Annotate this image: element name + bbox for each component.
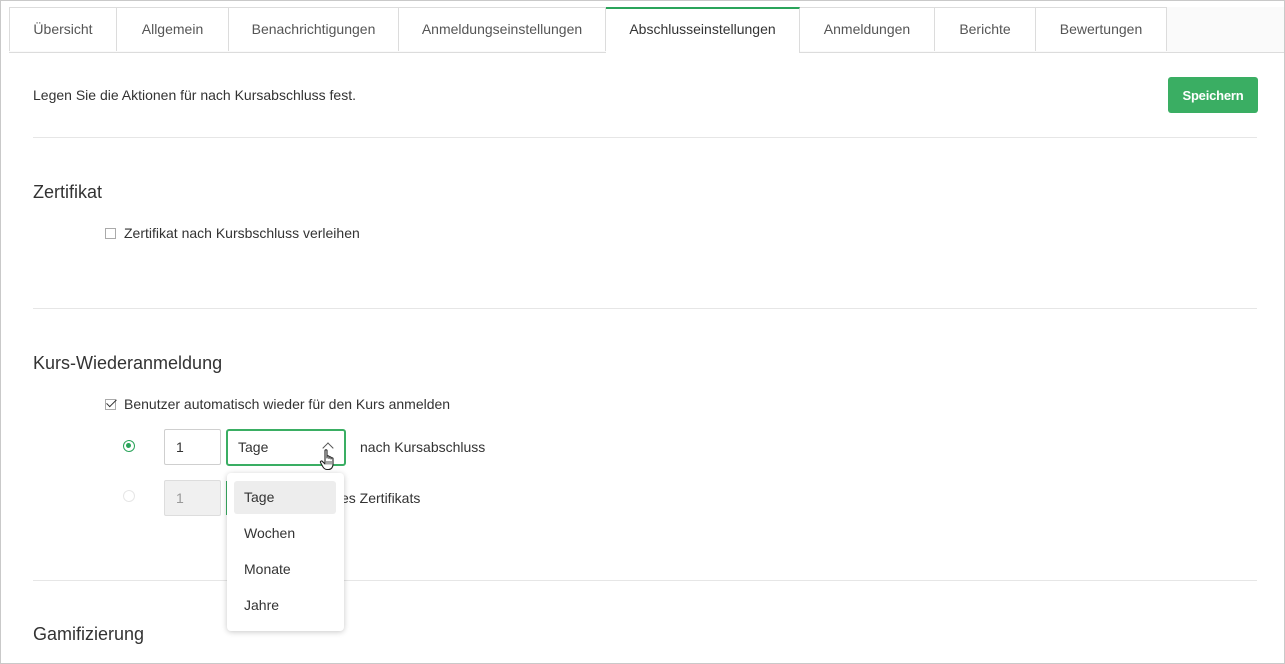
reenroll-unit-value: Tage	[238, 439, 269, 455]
reenroll-certificate-radio[interactable]	[123, 490, 135, 502]
reenrollment-checkbox-label: Benutzer automatisch wieder für den Kurs…	[124, 396, 451, 412]
unit-option-years[interactable]: Jahre	[234, 589, 336, 622]
tab-bar-filler	[1167, 7, 1284, 52]
tab-bar: Übersicht Allgemein Benachrichtigungen A…	[9, 7, 1284, 53]
save-button[interactable]: Speichern	[1168, 77, 1258, 113]
intro-text: Legen Sie die Aktionen für nach Kursabsc…	[33, 87, 356, 103]
divider	[33, 137, 1257, 138]
unit-option-weeks[interactable]: Wochen	[234, 517, 336, 550]
reenroll-after-completion-radio[interactable]	[123, 440, 135, 452]
certificate-checkbox-label: Zertifikat nach Kursbschluss verleihen	[124, 225, 360, 241]
after-completion-text: nach Kursabschluss	[360, 439, 486, 455]
unit-option-months[interactable]: Monate	[234, 553, 336, 586]
tab-enrollments[interactable]: Anmeldungen	[800, 7, 935, 51]
reenrollment-checkbox-row: Benutzer automatisch wieder für den Kurs…	[105, 396, 450, 412]
certificate-checkbox-row: Zertifikat nach Kursbschluss verleihen	[105, 225, 360, 241]
tab-overview[interactable]: Übersicht	[9, 7, 117, 51]
reenrollment-checkbox[interactable]	[105, 398, 116, 410]
gamification-section-title: Gamifizierung	[33, 624, 145, 644]
reenrollment-section-title: Kurs-Wiederanmeldung	[33, 353, 223, 373]
divider	[33, 580, 1257, 581]
certificate-expiry-text: es Zertifikats	[341, 490, 421, 506]
course-settings-panel: Übersicht Allgemein Benachrichtigungen A…	[0, 0, 1285, 664]
reenroll-certificate-interval-input[interactable]: 1	[164, 480, 221, 516]
hand-cursor-icon	[319, 449, 334, 471]
tab-notifications[interactable]: Benachrichtigungen	[229, 7, 399, 51]
tab-reports[interactable]: Berichte	[935, 7, 1036, 51]
tab-general[interactable]: Allgemein	[117, 7, 229, 51]
certificate-section-title: Zertifikat	[33, 182, 103, 202]
divider	[33, 308, 1257, 309]
tab-ratings[interactable]: Bewertungen	[1036, 7, 1167, 51]
unit-dropdown-menu: Tage Wochen Monate Jahre	[227, 473, 344, 631]
certificate-checkbox[interactable]	[105, 227, 116, 239]
tab-completion-settings[interactable]: Abschlusseinstellungen	[606, 7, 800, 53]
unit-option-days[interactable]: Tage	[234, 481, 336, 514]
tab-enrollment-settings[interactable]: Anmeldungseinstellungen	[399, 7, 606, 51]
reenroll-interval-input[interactable]: 1	[164, 429, 221, 465]
